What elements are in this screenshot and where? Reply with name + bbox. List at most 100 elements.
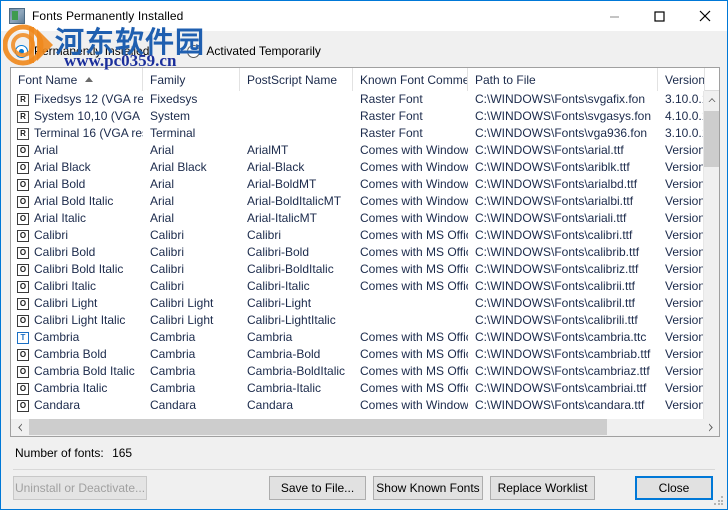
table-row[interactable]: T Cambria Cambria Cambria Comes with MS Offi… [11,329,703,346]
status-bar: Number of fonts: 165 [15,446,132,460]
table-row[interactable]: O Calibri Calibri Calibri Comes with MS Offi… [11,227,703,244]
font-name-label: Fixedsys 12 (VGA res) [34,92,143,106]
column-header-family[interactable]: Family [143,68,240,91]
vertical-scroll-thumb[interactable] [704,111,719,167]
show-known-fonts-button[interactable]: Show Known Fonts [373,476,483,500]
table-row[interactable]: O Calibri Bold Italic Calibri Calibri-BoldI… [11,261,703,278]
minimize-icon[interactable] [592,1,637,31]
table-row[interactable]: O Calibri Bold Calibri Calibri-Bold Comes wi… [11,244,703,261]
cell-family: Fixedsys [150,92,198,106]
opentype-font-icon: O [17,297,29,310]
fonts-window: Fonts Permanently Installed 河东软件园 www.pc… [0,0,728,510]
cell-comment [353,312,468,329]
close-button[interactable]: Close [635,476,713,500]
cell-postscript: Calibri-Bold [247,245,310,259]
cell-family: Arial [150,177,175,191]
radio-activated-temporarily[interactable]: Activated Temporarily [187,44,321,58]
table-row[interactable]: O Arial Arial ArialMT Comes with Windows C:\W… [11,142,703,159]
cell-comment: Comes with MS Office [360,279,468,293]
font-name-label: Arial Bold [34,177,86,191]
maximize-icon[interactable] [637,1,682,31]
column-header-version[interactable]: Version [658,68,705,91]
cell-name: T Cambria [11,329,143,346]
cell-path: C:\WINDOWS\Fonts\cambriai.ttf [475,381,647,395]
font-name-label: Arial Bold Italic [34,194,114,208]
table-row[interactable]: O Calibri Light Italic Calibri Light Calibr… [11,312,703,329]
cell-path: C:\WINDOWS\Fonts\cambriaz.ttf [475,364,650,378]
cell-path: C:\WINDOWS\Fonts\svgafix.fon [475,92,646,106]
cell-path: C:\WINDOWS\Fonts\ariali.ttf [475,211,627,225]
scroll-right-icon[interactable] [702,419,719,435]
cell-comment: Comes with MS Office [360,262,468,276]
table-row[interactable]: R System 10,10 (VGA res) System Raster Font… [11,108,703,125]
cell-postscript: Arial-Black [247,160,305,174]
cell-name: O Arial Black [11,159,143,176]
cell-version: Version [665,313,703,327]
cell-comment: Comes with MS Office [360,228,468,242]
cell-version: Version [665,194,703,208]
font-name-label: Terminal 16 (VGA res) [34,126,143,140]
cell-postscript: Cambria-BoldItalic [247,364,346,378]
table-row[interactable]: O Cambria Bold Cambria Cambria-Bold Comes wi… [11,346,703,363]
font-name-label: Calibri Bold [34,245,96,259]
cell-version: Version [665,143,703,157]
cell-path: C:\WINDOWS\Fonts\calibri.ttf [475,228,633,242]
column-header-label: Known Font Comment [360,72,468,87]
cell-postscript: Calibri-BoldItalic [247,262,334,276]
table-row[interactable]: O Cambria Bold Italic Cambria Cambria-BoldI… [11,363,703,380]
cell-comment: Comes with Windows [360,211,468,225]
replace-worklist-button[interactable]: Replace Worklist [490,476,595,500]
horizontal-scrollbar[interactable] [10,419,720,437]
cell-name: O Calibri Light Italic [11,312,143,329]
table-row[interactable]: O Calibri Light Calibri Light Calibri-Light… [11,295,703,312]
uninstall-or-deactivate-button[interactable]: Uninstall or Deactivate... [13,476,147,500]
radio-permanently-installed[interactable]: Permanently Installed [15,44,149,58]
font-count-value: 165 [112,446,133,460]
cell-family: Cambria [150,364,196,378]
column-header-known-font-comment[interactable]: Known Font Comment [353,68,468,91]
save-to-file-button[interactable]: Save to File... [269,476,366,500]
font-name-label: System 10,10 (VGA res) [34,109,143,123]
cell-family: Calibri [150,279,185,293]
table-row[interactable]: O Candara Candara Candara Comes with Windows… [11,397,703,414]
table-row[interactable]: O Arial Italic Arial Arial-ItalicMT Comes wi… [11,210,703,227]
table-row[interactable]: O Arial Black Arial Black Arial-Black Comes … [11,159,703,176]
radio-mark-icon [15,44,28,58]
cell-path: C:\WINDOWS\Fonts\calibril.ttf [475,296,636,310]
table-row[interactable]: O Arial Bold Arial Arial-BoldMT Comes with W… [11,176,703,193]
cell-postscript: Cambria-Bold [247,347,321,361]
table-row[interactable]: R Terminal 16 (VGA res) Terminal Raster Fon… [11,125,703,142]
cell-comment [353,295,468,312]
font-name-label: Cambria [34,330,80,344]
cell-family: Calibri [150,228,185,242]
table-row[interactable]: O Cambria Italic Cambria Cambria-Italic Come… [11,380,703,397]
cell-family: Arial [150,211,175,225]
resize-grip[interactable] [714,496,724,506]
table-row[interactable]: R Fixedsys 12 (VGA res) Fixedsys Raster Fon… [11,91,703,108]
horizontal-scroll-thumb[interactable] [29,419,607,435]
radio-mark-icon [187,44,201,58]
vertical-scrollbar[interactable] [703,91,719,436]
column-header-path-to-file[interactable]: Path to File [468,68,658,91]
cell-postscript: Cambria [247,330,293,344]
column-header-postscript-name[interactable]: PostScript Name [240,68,353,91]
font-name-label: Arial Italic [34,211,87,225]
cell-version: Version [665,279,703,293]
window-title: Fonts Permanently Installed [32,9,184,23]
font-name-label: Calibri [34,228,69,242]
opentype-font-icon: O [17,263,29,276]
font-name-label: Calibri Italic [34,279,97,293]
table-row[interactable]: O Arial Bold Italic Arial Arial-BoldItalicM… [11,193,703,210]
cell-path: C:\WINDOWS\Fonts\ariblk.ttf [475,160,630,174]
cell-postscript [240,108,353,125]
column-header-font-name[interactable]: Font Name [11,68,143,91]
title-bar: Fonts Permanently Installed [1,1,727,31]
opentype-font-icon: O [17,246,29,259]
close-icon[interactable] [682,1,727,31]
cell-comment: Comes with Windows [360,160,468,174]
cell-version: Version [665,211,703,225]
scroll-left-icon[interactable] [11,419,28,435]
opentype-font-icon: O [17,365,29,378]
scroll-up-icon[interactable] [704,91,719,108]
table-row[interactable]: O Calibri Italic Calibri Calibri-Italic Come… [11,278,703,295]
